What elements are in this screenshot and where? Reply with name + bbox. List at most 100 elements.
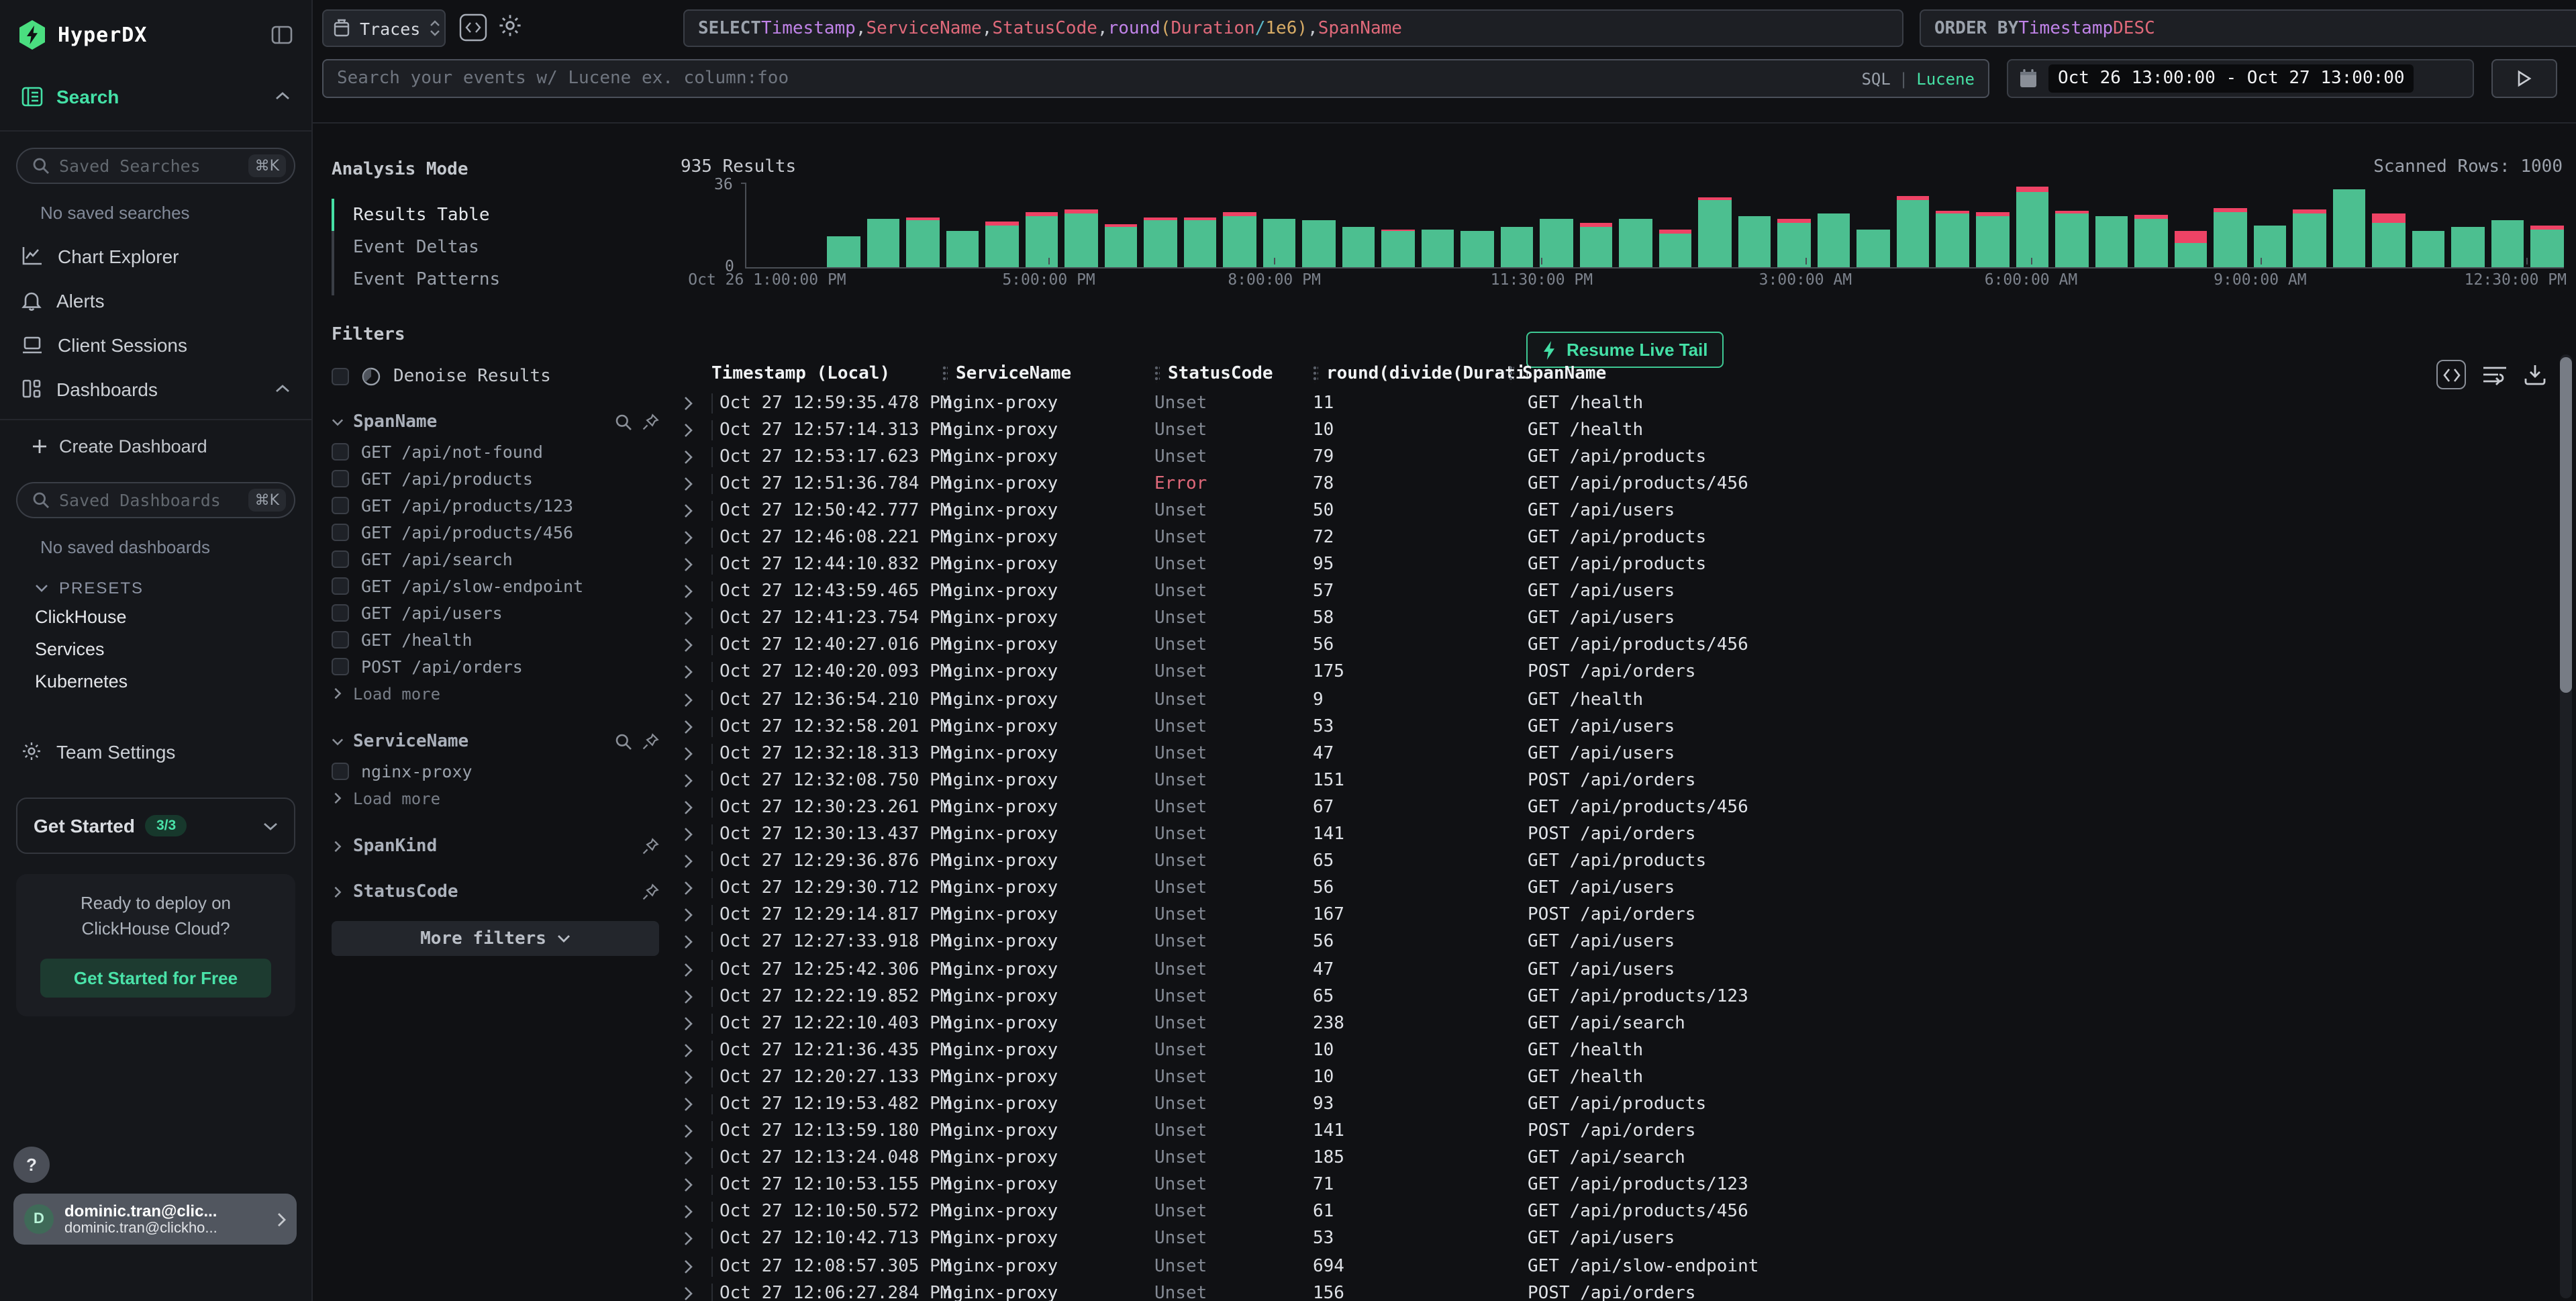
table-row[interactable]: Oct 27 12:53:17.623 PMnginx-proxyUnset79… xyxy=(681,443,2555,470)
code-editor-icon[interactable] xyxy=(459,13,487,42)
table-row[interactable]: Oct 27 12:25:42.306 PMnginx-proxyUnset47… xyxy=(681,956,2555,983)
pin-icon[interactable] xyxy=(642,838,659,855)
facet-option[interactable]: GET /api/slow-endpoint xyxy=(332,572,659,599)
row-expand-icon[interactable] xyxy=(681,908,711,923)
histogram-bar[interactable] xyxy=(1818,183,1850,267)
row-expand-icon[interactable] xyxy=(681,962,711,977)
gear-icon[interactable] xyxy=(498,13,522,38)
table-row[interactable]: Oct 27 12:46:08.221 PMnginx-proxyUnset72… xyxy=(681,524,2555,551)
language-sql-option[interactable]: SQL xyxy=(1861,69,1890,88)
row-expand-icon[interactable] xyxy=(681,665,711,680)
histogram-bar[interactable] xyxy=(1897,183,1930,267)
histogram-bar[interactable] xyxy=(1659,183,1692,267)
histogram-bar[interactable] xyxy=(1422,183,1454,267)
table-row[interactable]: Oct 27 12:22:10.403 PMnginx-proxyUnset23… xyxy=(681,1010,2555,1037)
row-expand-icon[interactable] xyxy=(681,1043,711,1058)
histogram-bar[interactable] xyxy=(1580,183,1613,267)
vertical-scrollbar[interactable] xyxy=(2560,354,2572,1298)
table-row[interactable]: Oct 27 12:40:27.016 PMnginx-proxyUnset56… xyxy=(681,632,2555,659)
table-row[interactable]: Oct 27 12:32:08.750 PMnginx-proxyUnset15… xyxy=(681,767,2555,794)
saved-searches-field[interactable] xyxy=(59,156,239,176)
table-row[interactable]: Oct 27 12:13:59.180 PMnginx-proxyUnset14… xyxy=(681,1118,2555,1145)
facet-checkbox[interactable] xyxy=(332,496,349,514)
user-account-chip[interactable]: D dominic.tran@clic... dominic.tran@clic… xyxy=(13,1194,297,1245)
more-filters-button[interactable]: More filters xyxy=(332,921,659,956)
facet-checkbox[interactable] xyxy=(332,630,349,648)
facet-option[interactable]: GET /health xyxy=(332,626,659,653)
row-expand-icon[interactable] xyxy=(681,1259,711,1273)
row-expand-icon[interactable] xyxy=(681,503,711,518)
table-row[interactable]: Oct 27 12:29:30.712 PMnginx-proxyUnset56… xyxy=(681,875,2555,902)
table-row[interactable]: Oct 27 12:44:10.832 PMnginx-proxyUnset95… xyxy=(681,551,2555,578)
table-row[interactable]: Oct 27 12:32:58.201 PMnginx-proxyUnset53… xyxy=(681,713,2555,740)
row-expand-icon[interactable] xyxy=(681,422,711,437)
row-expand-icon[interactable] xyxy=(681,854,711,869)
facet-checkbox[interactable] xyxy=(332,442,349,460)
histogram-bar[interactable] xyxy=(1778,183,1811,267)
pin-icon[interactable] xyxy=(642,883,659,901)
get-started-accordion[interactable]: Get Started 3/3 xyxy=(16,798,295,854)
histogram-bar[interactable] xyxy=(2372,183,2405,267)
histogram-bar[interactable] xyxy=(1699,183,1732,267)
scrollbar-thumb[interactable] xyxy=(2560,357,2572,693)
table-row[interactable]: Oct 27 12:50:42.777 PMnginx-proxyUnset50… xyxy=(681,497,2555,524)
chevron-up-icon[interactable] xyxy=(275,384,290,393)
histogram-bar[interactable] xyxy=(2055,183,2088,267)
histogram-bar[interactable] xyxy=(2451,183,2484,267)
histogram-bar[interactable] xyxy=(2134,183,2167,267)
histogram-bar[interactable] xyxy=(827,183,860,267)
histogram-bar[interactable] xyxy=(1857,183,1890,267)
table-row[interactable]: Oct 27 12:08:57.305 PMnginx-proxyUnset69… xyxy=(681,1253,2555,1280)
sidebar-item-alerts[interactable]: Alerts xyxy=(0,278,311,322)
help-button[interactable]: ? xyxy=(13,1147,50,1183)
histogram-bar[interactable] xyxy=(1262,183,1295,267)
sidebar-item-client-sessions[interactable]: Client Sessions xyxy=(0,322,311,367)
results-histogram[interactable]: 36 0 xyxy=(745,183,2564,269)
pin-icon[interactable] xyxy=(642,733,659,751)
facet-checkbox[interactable] xyxy=(332,550,349,567)
table-row[interactable]: Oct 27 12:20:27.133 PMnginx-proxyUnset10… xyxy=(681,1064,2555,1091)
language-lucene-option[interactable]: Lucene xyxy=(1916,69,1975,88)
histogram-bar[interactable] xyxy=(1382,183,1415,267)
sidebar-item-chart-explorer[interactable]: Chart Explorer xyxy=(0,234,311,278)
sidebar-item-dashboards[interactable]: Dashboards xyxy=(0,367,311,411)
table-row[interactable]: Oct 27 12:10:50.572 PMnginx-proxyUnset61… xyxy=(681,1199,2555,1226)
histogram-bar[interactable] xyxy=(1064,183,1097,267)
row-expand-icon[interactable] xyxy=(681,719,711,734)
facet-checkbox[interactable] xyxy=(332,762,349,779)
row-expand-icon[interactable] xyxy=(681,692,711,707)
preset-item-services[interactable]: Services xyxy=(0,632,311,665)
chevron-right-icon[interactable] xyxy=(332,840,344,853)
column-resize-handle[interactable] xyxy=(1313,365,1318,383)
chevron-down-icon[interactable] xyxy=(332,416,344,428)
get-started-free-button[interactable]: Get Started for Free xyxy=(40,958,271,997)
row-expand-icon[interactable] xyxy=(681,800,711,815)
create-dashboard-button[interactable]: Create Dashboard xyxy=(0,426,311,466)
histogram-bar[interactable] xyxy=(2332,183,2365,267)
histogram-bar[interactable] xyxy=(985,183,1018,267)
histogram-bar[interactable] xyxy=(2530,183,2563,267)
presets-toggle[interactable]: PRESETS xyxy=(35,579,311,597)
column-resize-handle[interactable] xyxy=(1509,365,1514,383)
row-expand-icon[interactable] xyxy=(681,612,711,626)
row-expand-icon[interactable] xyxy=(681,557,711,572)
row-expand-icon[interactable] xyxy=(681,530,711,545)
histogram-bar[interactable] xyxy=(906,183,939,267)
table-row[interactable]: Oct 27 12:30:13.437 PMnginx-proxyUnset14… xyxy=(681,821,2555,848)
histogram-bar[interactable] xyxy=(1461,183,1494,267)
column-resize-handle[interactable] xyxy=(1154,365,1160,383)
table-row[interactable]: Oct 27 12:21:36.435 PMnginx-proxyUnset10… xyxy=(681,1037,2555,1064)
load-more-button[interactable]: Load more xyxy=(332,785,659,811)
orderby-expression-input[interactable]: ORDER BY Timestamp DESC xyxy=(1920,9,2576,47)
table-row[interactable]: Oct 27 12:51:36.784 PMnginx-proxyError78… xyxy=(681,471,2555,497)
column-header-spanname[interactable]: SpanName xyxy=(1509,364,2555,384)
table-row[interactable]: Oct 27 12:27:33.918 PMnginx-proxyUnset56… xyxy=(681,929,2555,956)
histogram-bar[interactable] xyxy=(1342,183,1375,267)
histogram-bar[interactable] xyxy=(2253,183,2286,267)
row-expand-icon[interactable] xyxy=(681,989,711,1004)
saved-searches-input[interactable]: ⌘K xyxy=(16,148,295,184)
histogram-bar[interactable] xyxy=(866,183,899,267)
table-row[interactable]: Oct 27 12:59:35.478 PMnginx-proxyUnset11… xyxy=(681,389,2555,416)
facet-checkbox[interactable] xyxy=(332,657,349,675)
facet-option[interactable]: GET /api/users xyxy=(332,599,659,626)
